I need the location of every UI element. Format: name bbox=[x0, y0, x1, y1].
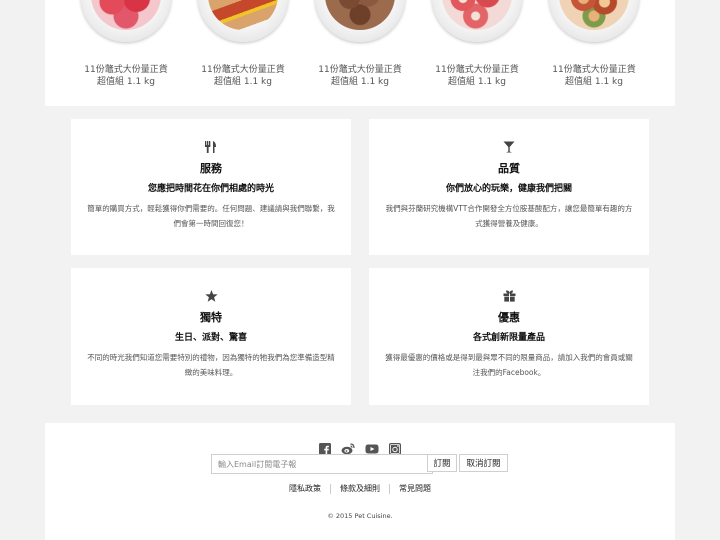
product-name[interactable]: 11份鼈式大份量正貨 bbox=[539, 64, 649, 76]
feature-title: 品質 bbox=[498, 162, 520, 175]
product-size: 超值組 1.1 kg bbox=[565, 77, 623, 87]
privacy-policy-link[interactable]: 隱私政策 bbox=[280, 484, 330, 493]
faq-link[interactable]: 常見問題 bbox=[390, 484, 440, 493]
social-links bbox=[45, 436, 675, 455]
feature-title: 優惠 bbox=[498, 311, 520, 324]
feature-card-unique: 獨特 生日、派對、驚喜 不同的時光我們知道您需要特別的禮物，因為獨特的牠我們為您… bbox=[71, 268, 351, 405]
feature-subtitle: 您應把時間花在你們相處的時光 bbox=[147, 184, 274, 194]
product-name[interactable]: 11份鼈式大份量正貨 bbox=[422, 64, 532, 76]
gift-icon bbox=[369, 287, 649, 306]
product-image[interactable] bbox=[549, 0, 639, 42]
feature-description: 不同的時光我們知道您需要特別的禮物，因為獨特的牠我們為您準備造型精緻的美味料理。 bbox=[87, 353, 335, 377]
feature-title: 服務 bbox=[200, 162, 222, 175]
product-image[interactable] bbox=[81, 0, 171, 42]
product-size: 超值組 1.1 kg bbox=[214, 77, 272, 87]
feature-subtitle: 各式創新限量產品 bbox=[472, 333, 545, 343]
page: 11份鼈式大份量正貨 超值組 1.1 kg 11份鼈式大份量正貨 超值組 1.1… bbox=[45, 0, 675, 540]
cutlery-icon bbox=[71, 138, 351, 157]
product-name[interactable]: 11份鼈式大份量正貨 bbox=[305, 64, 415, 76]
copyright: © 2015 Pet Cuisine. bbox=[327, 512, 393, 520]
feature-description: 簡單的購買方式，輕鬆獲得你們需要的。任何問題、建議請與我們聯繫，我們會第一時間回… bbox=[87, 204, 335, 228]
product-strip: 11份鼈式大份量正貨 超值組 1.1 kg 11份鼈式大份量正貨 超值組 1.1… bbox=[45, 0, 675, 106]
feature-description: 獲得最優惠的價格或是得到最與眾不同的限量商品，請加入我們的會員或關注我們的Fac… bbox=[385, 353, 633, 377]
subscribe-button[interactable]: 訂閱 bbox=[427, 454, 457, 472]
product-name[interactable]: 11份鼈式大份量正貨 bbox=[188, 64, 298, 76]
feature-subtitle: 你們放心的玩樂，健康我們把關 bbox=[445, 184, 572, 194]
product-image[interactable] bbox=[315, 0, 405, 42]
weibo-icon[interactable] bbox=[341, 440, 356, 454]
feature-description: 我們與芬蘭研究機構VTT合作開發全方位胺基酸配方，讓您最簡單有趣的方式獲得營養及… bbox=[385, 204, 633, 228]
product-size: 超值組 1.1 kg bbox=[331, 77, 389, 87]
product-size: 超值組 1.1 kg bbox=[97, 77, 155, 87]
feature-subtitle: 生日、派對、驚喜 bbox=[174, 333, 247, 343]
product-image[interactable] bbox=[198, 0, 288, 42]
footer: 訂閱 取消訂閱 隱私政策條款及細則常見問題 © 2015 Pet Cuisine… bbox=[45, 423, 675, 540]
product-size: 超值組 1.1 kg bbox=[448, 77, 506, 87]
instagram-icon[interactable] bbox=[388, 440, 402, 455]
youtube-icon[interactable] bbox=[365, 440, 379, 454]
feature-card-offers: 優惠 各式創新限量產品 獲得最優惠的價格或是得到最與眾不同的限量商品，請加入我們… bbox=[369, 268, 649, 405]
cocktail-icon bbox=[369, 138, 649, 157]
unsubscribe-button[interactable]: 取消訂閱 bbox=[459, 454, 508, 472]
feature-card-quality: 品質 你們放心的玩樂，健康我們把關 我們與芬蘭研究機構VTT合作開發全方位胺基酸… bbox=[369, 119, 649, 255]
product-name[interactable]: 11份鼈式大份量正貨 bbox=[71, 64, 181, 76]
product-image[interactable] bbox=[432, 0, 522, 42]
feature-title: 獨特 bbox=[200, 311, 222, 324]
footer-links: 隱私政策 條款及細則 常見問題 bbox=[45, 483, 675, 494]
email-field[interactable] bbox=[211, 454, 433, 474]
terms-link[interactable]: 條款及細則 bbox=[331, 484, 389, 493]
facebook-icon[interactable] bbox=[318, 440, 332, 455]
feature-card-service: 服務 您應把時間花在你們相處的時光 簡單的購買方式，輕鬆獲得你們需要的。任何問題… bbox=[71, 119, 351, 255]
star-icon bbox=[71, 287, 351, 306]
